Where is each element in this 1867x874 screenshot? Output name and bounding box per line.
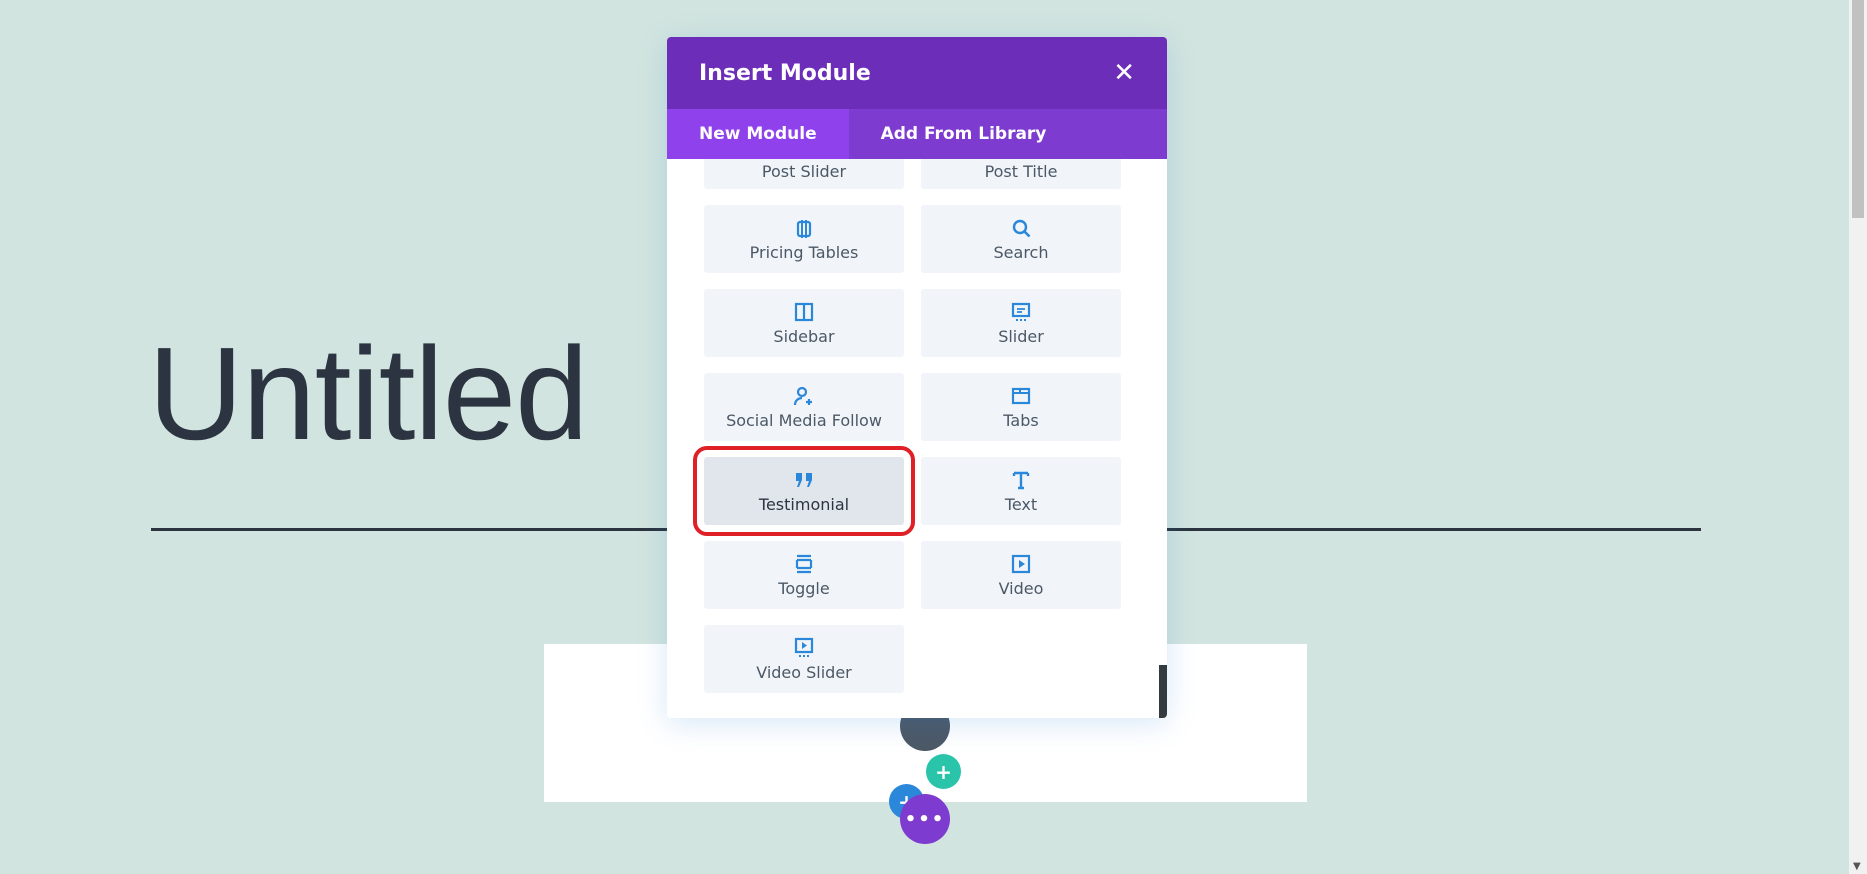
module-label: Post Title	[984, 162, 1058, 181]
module-testimonial[interactable]: Testimonial	[693, 446, 915, 536]
close-icon[interactable]: ✕	[1113, 58, 1135, 88]
module-post-slider[interactable]: Post Slider	[704, 159, 904, 189]
social-follow-icon	[793, 386, 812, 405]
page-scrollbar[interactable]: ▼	[1849, 0, 1867, 874]
module-post-title[interactable]: Post Title	[921, 159, 1121, 189]
module-label: Social Media Follow	[726, 410, 882, 430]
search-icon	[1012, 219, 1031, 237]
module-label: Search	[993, 242, 1049, 262]
module-video-slider[interactable]: Video Slider	[704, 625, 904, 693]
video-icon	[1011, 554, 1031, 573]
modal-tabs: New Module Add From Library	[667, 109, 1167, 159]
module-label: Pricing Tables	[749, 242, 859, 262]
module-label: Testimonial	[758, 494, 850, 514]
module-pricing-tables[interactable]: Pricing Tables	[704, 205, 904, 273]
module-video[interactable]: Video	[921, 541, 1121, 609]
module-sidebar[interactable]: Sidebar	[704, 289, 904, 357]
toggle-icon	[795, 554, 813, 573]
module-toggle[interactable]: Toggle	[704, 541, 904, 609]
module-label: Sidebar	[773, 326, 835, 346]
module-tabs[interactable]: Tabs	[921, 373, 1121, 441]
module-label: Text	[1004, 494, 1038, 514]
tabs-icon	[1011, 387, 1031, 404]
modal-title: Insert Module	[699, 60, 871, 86]
module-search[interactable]: Search	[921, 205, 1121, 273]
pricing-tables-icon	[796, 219, 812, 238]
module-label: Video	[998, 578, 1044, 598]
quote-icon	[796, 472, 812, 487]
sidebar-icon	[794, 302, 814, 321]
module-text[interactable]: Text	[921, 457, 1121, 525]
module-list: Post Slider Post Title Pricing Tables Searc…	[667, 159, 1167, 718]
add-row-button[interactable]: +	[926, 754, 961, 789]
module-label: Tabs	[1003, 410, 1039, 430]
module-social-media-follow[interactable]: Social Media Follow	[704, 373, 904, 441]
insert-module-modal: Insert Module ✕ New Module Add From Libr…	[667, 37, 1167, 718]
text-icon	[1012, 471, 1030, 489]
module-label: Slider	[998, 326, 1044, 346]
modal-header: Insert Module ✕	[667, 37, 1167, 109]
more-options-button[interactable]: •••	[900, 794, 950, 844]
video-slider-icon	[794, 637, 814, 657]
module-label: Post Slider	[761, 162, 847, 181]
scrollbar-thumb[interactable]	[1852, 0, 1864, 218]
page-title: Untitled	[148, 320, 589, 467]
modal-scrollbar[interactable]	[1159, 665, 1167, 718]
tab-add-from-library[interactable]: Add From Library	[849, 109, 1079, 159]
tab-new-module[interactable]: New Module	[667, 109, 849, 159]
slider-icon	[1011, 302, 1031, 321]
module-label: Video Slider	[756, 662, 852, 682]
module-slider[interactable]: Slider	[921, 289, 1121, 357]
module-label: Toggle	[778, 578, 830, 598]
scroll-down-arrow[interactable]: ▼	[1853, 861, 1861, 872]
